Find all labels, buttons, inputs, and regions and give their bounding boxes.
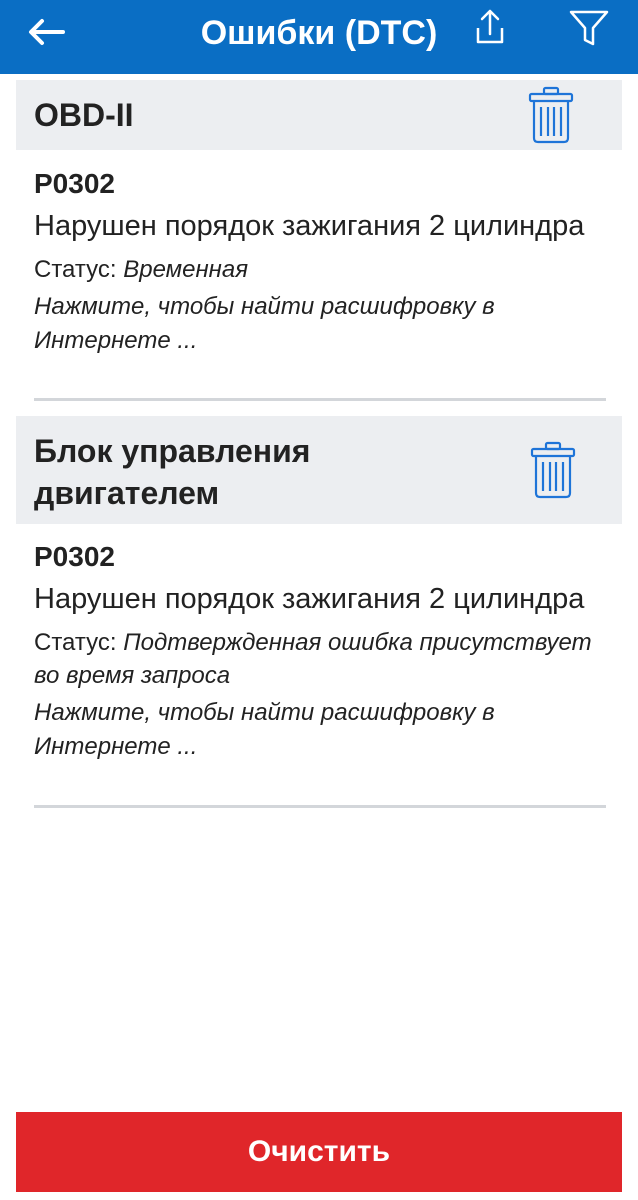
dtc-description: Нарушен порядок зажигания 2 цилиндра	[34, 583, 585, 615]
section-title: OBD-II	[34, 97, 134, 133]
delete-section-button[interactable]	[526, 85, 576, 145]
divider	[34, 398, 606, 401]
page-title: Ошибки (DTC)	[200, 14, 438, 52]
filter-button[interactable]	[566, 6, 612, 50]
divider	[34, 805, 606, 808]
dtc-item[interactable]: P0302 Нарушен порядок зажигания 2 цилинд…	[34, 166, 606, 358]
status-value: Временная	[123, 256, 249, 283]
app-bar: Ошибки (DTC)	[0, 0, 638, 74]
search-online-link[interactable]: Нажмите, чтобы найти расшифровку в Интер…	[34, 696, 606, 764]
dtc-code: P0302	[34, 541, 115, 572]
dtc-item[interactable]: P0302 Нарушен порядок зажигания 2 цилинд…	[34, 539, 606, 764]
dtc-code: P0302	[34, 168, 115, 199]
section-header-obd2: OBD-II	[16, 80, 622, 150]
trash-icon	[528, 86, 574, 144]
dtc-status: Статус: Подтвержденная ошибка присутству…	[34, 626, 606, 692]
share-button[interactable]	[468, 6, 512, 50]
status-label: Статус:	[34, 629, 117, 656]
delete-section-button[interactable]	[528, 440, 578, 500]
section-header-engine-ecu: Блок управления двигателем	[16, 416, 622, 524]
section-title: Блок управления двигателем	[34, 433, 311, 511]
search-online-link[interactable]: Нажмите, чтобы найти расшифровку в Интер…	[34, 290, 606, 358]
dtc-status: Статус: Временная	[34, 253, 606, 286]
dtc-description: Нарушен порядок зажигания 2 цилиндра	[34, 210, 585, 242]
status-value: Подтвержденная ошибка присутствует во вр…	[34, 629, 592, 689]
status-label: Статус:	[34, 256, 117, 283]
clear-button[interactable]: Очистить	[16, 1112, 622, 1192]
trash-icon	[530, 441, 576, 499]
share-upload-icon	[476, 9, 504, 44]
filter-funnel-icon	[569, 10, 609, 46]
